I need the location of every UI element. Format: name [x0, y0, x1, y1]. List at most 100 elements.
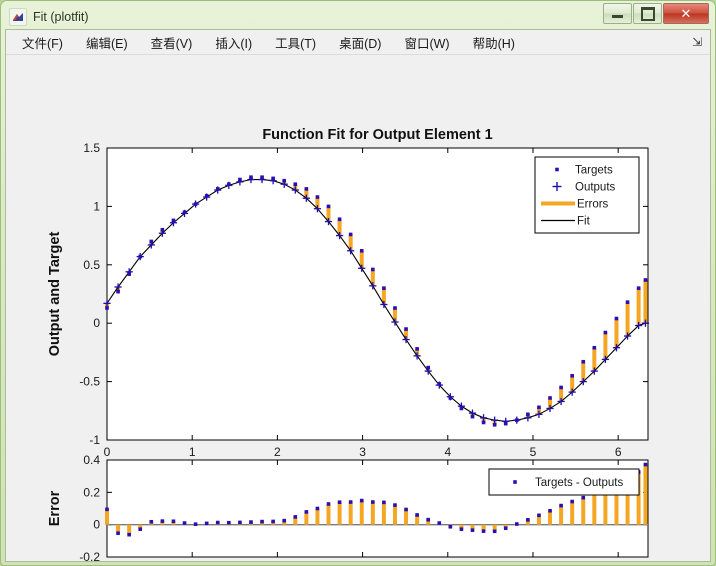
- target-marker: [625, 300, 630, 304]
- menu-edit[interactable]: 编辑(E): [84, 31, 130, 54]
- target-marker: [238, 177, 242, 182]
- error-point: [382, 500, 386, 505]
- menu-bar: 文件(F) 编辑(E) 查看(V) 插入(I) 工具(T) 桌面(D) 窗口(W…: [6, 30, 710, 55]
- matlab-figure-icon: [9, 8, 27, 26]
- figure-canvas: Function Fit for Output Element 1 0 1 2 3 4 5 6…: [6, 55, 710, 561]
- target-marker: [492, 423, 497, 427]
- target-marker: [337, 217, 342, 222]
- target-marker: [437, 382, 442, 386]
- fit-plot-yticklabel: 1: [93, 199, 100, 213]
- target-marker: [315, 195, 320, 199]
- legend-label: Errors: [577, 199, 609, 211]
- error-point: [326, 502, 331, 506]
- error-point: [105, 507, 109, 512]
- target-marker: [204, 194, 209, 198]
- error-plot-legend: Targets - Outputs: [488, 468, 640, 496]
- window-controls: ✕: [602, 3, 709, 24]
- error-point: [149, 519, 154, 524]
- error-point: [548, 508, 552, 513]
- error-point: [503, 526, 508, 531]
- error-point: [348, 500, 353, 504]
- error-point: [359, 498, 364, 503]
- fit-plot-yticklabel: 0.5: [83, 258, 100, 272]
- legend-dot-icon: [555, 167, 559, 172]
- maximize-button[interactable]: [633, 3, 662, 24]
- menu-help[interactable]: 帮助(H): [471, 31, 517, 54]
- target-marker: [643, 278, 648, 282]
- menu-desktop[interactable]: 桌面(D): [337, 31, 383, 54]
- client-area: 文件(F) 编辑(E) 查看(V) 插入(I) 工具(T) 桌面(D) 窗口(W…: [5, 29, 711, 562]
- error-point: [260, 519, 264, 524]
- target-marker: [559, 385, 563, 390]
- minimize-button[interactable]: [603, 3, 632, 24]
- error-point: [415, 513, 419, 517]
- target-marker: [227, 182, 231, 187]
- target-marker: [426, 365, 430, 370]
- error-point: [514, 522, 519, 526]
- target-marker: [603, 330, 608, 335]
- target-marker: [592, 345, 597, 350]
- target-marker: [138, 254, 143, 259]
- error-point: [215, 520, 220, 525]
- error-point: [282, 518, 287, 523]
- target-marker: [371, 267, 375, 272]
- error-point: [559, 503, 563, 508]
- fit-plot-yticklabel: -1: [89, 433, 100, 447]
- error-point: [581, 495, 586, 500]
- error-plot-yticklabel: 0.4: [83, 453, 100, 467]
- error-point: [371, 500, 375, 504]
- menu-window[interactable]: 窗口(W): [402, 31, 451, 54]
- fit-plot-xticklabel: 4: [444, 445, 451, 459]
- menu-view[interactable]: 查看(V): [149, 31, 195, 54]
- menu-overflow-icon[interactable]: ⇲: [692, 35, 702, 49]
- menu-tools[interactable]: 工具(T): [273, 31, 318, 54]
- target-marker: [271, 176, 275, 181]
- error-plot-ylabel: Error: [47, 490, 63, 526]
- error-point: [337, 500, 342, 504]
- target-marker: [304, 187, 309, 191]
- target-marker: [215, 187, 220, 191]
- error-point: [393, 503, 397, 507]
- fit-plot-yticklabel: 0: [93, 316, 100, 330]
- error-plot-yticklabel: -0.2: [79, 550, 100, 561]
- legend-dot-icon: [513, 480, 517, 484]
- error-point: [426, 517, 430, 522]
- target-marker: [514, 418, 519, 422]
- error-point: [182, 521, 187, 525]
- error-plot-yticklabel: 0: [93, 518, 100, 532]
- legend-label: Fit: [577, 216, 591, 228]
- legend-label: Outputs: [575, 182, 616, 194]
- error-point: [526, 518, 530, 522]
- target-marker: [415, 347, 419, 351]
- menu-file[interactable]: 文件(F): [20, 31, 65, 54]
- target-marker: [105, 306, 109, 310]
- menu-insert[interactable]: 插入(I): [213, 31, 254, 54]
- target-marker: [193, 202, 198, 206]
- plots-svg: Function Fit for Output Element 1 0 1 2 3 4 5 6…: [47, 127, 650, 561]
- error-point: [238, 520, 242, 525]
- fit-plot-legend: Targets Outputs Errors Fit: [534, 156, 640, 234]
- target-marker: [448, 396, 453, 400]
- target-marker: [470, 414, 475, 419]
- fit-plot-ylabel: Output and Target: [47, 232, 63, 357]
- fit-plot-yticklabel: -0.5: [79, 375, 100, 389]
- error-point: [481, 529, 486, 533]
- error-point: [459, 527, 464, 531]
- target-marker: [149, 239, 154, 244]
- target-marker: [614, 316, 619, 321]
- target-marker: [348, 232, 353, 237]
- error-point: [537, 513, 541, 518]
- fit-plot-xticklabel: 6: [615, 445, 622, 459]
- error-point: [492, 529, 497, 534]
- error-point: [193, 522, 198, 526]
- error-point: [404, 507, 408, 512]
- close-button[interactable]: ✕: [663, 3, 709, 24]
- error-point: [116, 531, 120, 536]
- target-marker: [481, 420, 486, 425]
- target-marker: [393, 306, 397, 310]
- error-point: [127, 532, 131, 537]
- target-marker: [160, 227, 165, 232]
- target-marker: [293, 182, 298, 187]
- target-marker: [526, 412, 530, 417]
- error-point: [470, 528, 475, 532]
